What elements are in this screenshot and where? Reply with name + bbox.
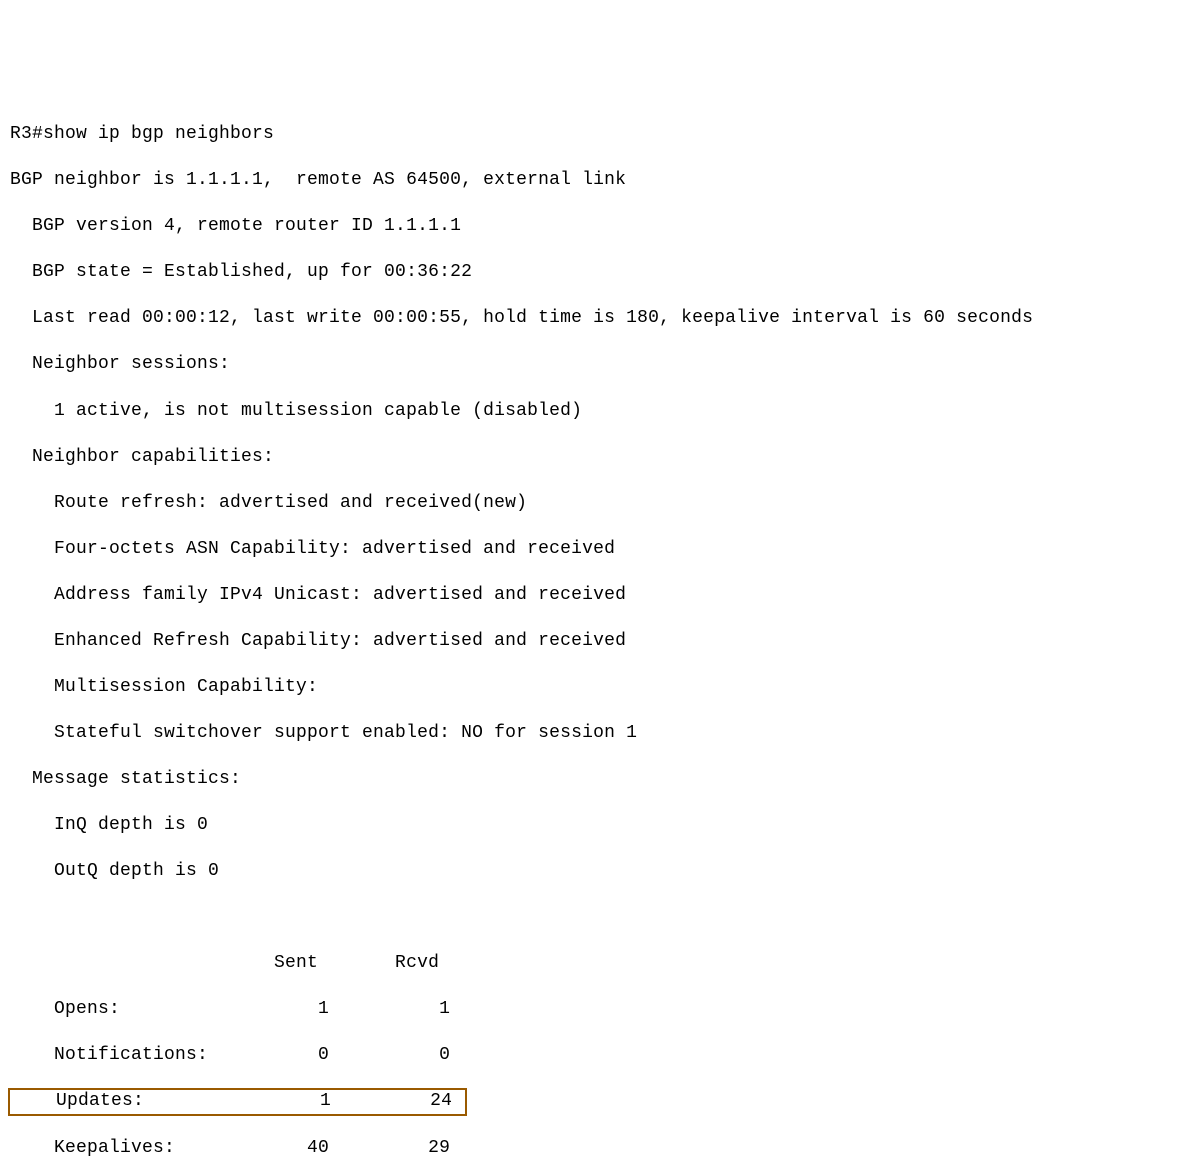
inq-depth: InQ depth is 0 bbox=[10, 814, 1190, 837]
blank-line bbox=[10, 906, 1190, 929]
cap-four-octet: Four-octets ASN Capability: advertised a… bbox=[10, 538, 1190, 561]
updates-row-wrapper: Updates: 1 24 bbox=[10, 1090, 1190, 1113]
cmd-line: R3#show ip bgp neighbors bbox=[10, 123, 1190, 146]
state-line: BGP state = Established, up for 00:36:22 bbox=[10, 261, 1190, 284]
opens-row: Opens: 1 1 bbox=[10, 998, 1190, 1021]
cap-multisession: Multisession Capability: bbox=[10, 676, 1190, 699]
terminal-output: R3#show ip bgp neighbors BGP neighbor is… bbox=[10, 100, 1190, 1158]
keepalives-row: Keepalives: 40 29 bbox=[10, 1137, 1190, 1158]
cap-stateful-switchover: Stateful switchover support enabled: NO … bbox=[10, 722, 1190, 745]
outq-depth: OutQ depth is 0 bbox=[10, 860, 1190, 883]
prompt: R3# bbox=[10, 124, 43, 144]
cap-route-refresh: Route refresh: advertised and received(n… bbox=[10, 492, 1190, 515]
cap-enhanced-refresh: Enhanced Refresh Capability: advertised … bbox=[10, 630, 1190, 653]
last-read-line: Last read 00:00:12, last write 00:00:55,… bbox=[10, 307, 1190, 330]
notifications-row: Notifications: 0 0 bbox=[10, 1044, 1190, 1067]
message-stats-header: Message statistics: bbox=[10, 768, 1190, 791]
updates-highlight-box: Updates: 1 24 bbox=[8, 1088, 467, 1115]
sessions-detail: 1 active, is not multisession capable (d… bbox=[10, 400, 1190, 423]
version-line: BGP version 4, remote router ID 1.1.1.1 bbox=[10, 215, 1190, 238]
neighbor-sessions-header: Neighbor sessions: bbox=[10, 353, 1190, 376]
cap-address-family: Address family IPv4 Unicast: advertised … bbox=[10, 584, 1190, 607]
capabilities-header: Neighbor capabilities: bbox=[10, 446, 1190, 469]
stats-table-header: Sent Rcvd bbox=[10, 952, 1190, 975]
command-text: show ip bgp neighbors bbox=[43, 124, 274, 144]
updates-row: Updates: 1 24 bbox=[12, 1091, 452, 1111]
neighbor-line: BGP neighbor is 1.1.1.1, remote AS 64500… bbox=[10, 169, 1190, 192]
